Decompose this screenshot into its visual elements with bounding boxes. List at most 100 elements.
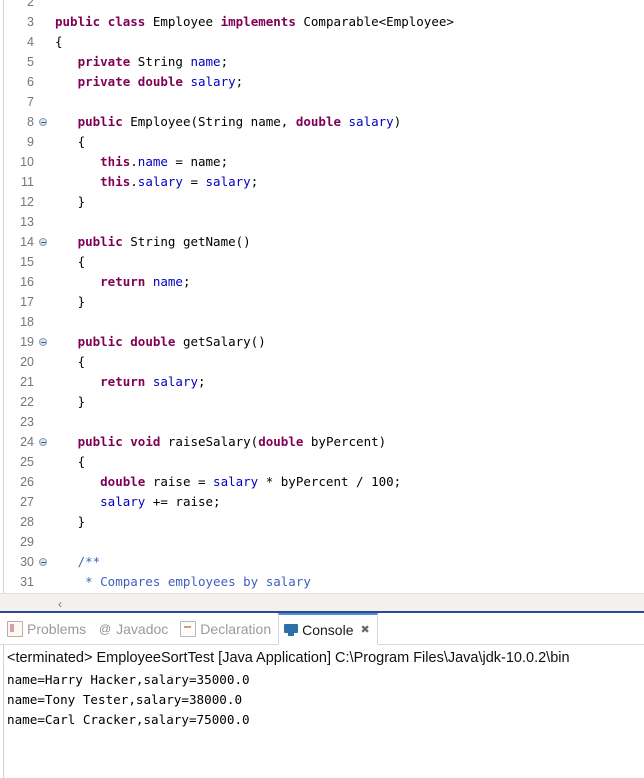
console-icon xyxy=(284,622,299,637)
token-plain: } xyxy=(55,394,86,409)
line-number: 18 xyxy=(20,315,34,329)
code-text: double raise = salary * byPercent / 100; xyxy=(51,472,401,492)
code-line[interactable]: 9 { xyxy=(0,132,644,152)
console-view-body[interactable]: <terminated> EmployeeSortTest [Java Appl… xyxy=(0,645,644,778)
eclipse-ide-window: 2 3 public class Employee implements Compa… xyxy=(0,0,644,778)
code-line[interactable]: 11 this.salary = salary; xyxy=(0,172,644,192)
fold-collapse-icon[interactable] xyxy=(37,232,51,252)
token-fld: salary xyxy=(190,74,236,89)
tab-label: Console xyxy=(302,621,354,638)
code-line[interactable]: 13 xyxy=(0,212,644,232)
token-plain: { xyxy=(55,134,86,149)
code-line[interactable]: 6 private double salary; xyxy=(0,72,644,92)
line-number: 29 xyxy=(20,535,34,549)
close-icon[interactable]: ✖ xyxy=(361,623,370,636)
fold-collapse-icon[interactable] xyxy=(37,112,51,132)
token-plain: ; xyxy=(250,174,259,189)
code-line[interactable]: 18 xyxy=(0,312,644,332)
code-text: return salary; xyxy=(51,372,205,392)
tab-label: Problems xyxy=(27,620,87,637)
code-line[interactable]: 28 } xyxy=(0,512,644,532)
code-text: salary += raise; xyxy=(51,492,220,512)
tab-declaration[interactable]: Declaration xyxy=(175,613,278,644)
scroll-left-arrow-icon[interactable]: ‹ xyxy=(52,598,68,610)
code-line[interactable]: 2 xyxy=(0,0,644,12)
java-editor-pane[interactable]: 2 3 public class Employee implements Compa… xyxy=(0,0,644,613)
token-plain: Employee(String xyxy=(122,114,251,129)
token-plain: name xyxy=(250,114,281,129)
token-kw: double xyxy=(100,474,146,489)
code-text: public String getName() xyxy=(51,232,251,252)
token-kw: public xyxy=(77,114,123,129)
code-line[interactable]: 20 { xyxy=(0,352,644,372)
code-line[interactable]: 4{ xyxy=(0,32,644,52)
code-line[interactable]: 22 } xyxy=(0,392,644,412)
code-text: private double salary; xyxy=(51,72,244,92)
tab-label: Javadoc xyxy=(116,620,169,637)
token-fld: name xyxy=(190,54,221,69)
code-line[interactable]: 7 xyxy=(0,92,644,112)
line-number: 26 xyxy=(20,475,34,489)
code-line[interactable]: 12 } xyxy=(0,192,644,212)
line-number: 12 xyxy=(20,195,34,209)
view-tab-bar[interactable]: Problems @ Javadoc Declaration Console ✖ xyxy=(0,613,644,645)
code-line[interactable]: 30 /** xyxy=(0,552,644,572)
token-plain: { xyxy=(55,354,86,369)
scroll-track[interactable] xyxy=(68,595,644,612)
editor-bottom-accent xyxy=(0,611,644,613)
token-plain: { xyxy=(55,254,86,269)
token-plain: ; xyxy=(182,274,191,289)
line-number: 13 xyxy=(20,215,34,229)
tab-console[interactable]: Console ✖ xyxy=(278,613,378,645)
code-text: public Employee(String name, double sala… xyxy=(51,112,402,132)
line-number: 17 xyxy=(20,295,34,309)
code-line[interactable]: 27 salary += raise; xyxy=(0,492,644,512)
fold-collapse-icon[interactable] xyxy=(37,432,51,452)
line-number: 2 xyxy=(27,0,34,9)
token-plain: . xyxy=(130,154,138,169)
code-line[interactable]: 23 xyxy=(0,412,644,432)
editor-marker-bar[interactable] xyxy=(0,0,4,613)
code-line[interactable]: 5 private String name; xyxy=(0,52,644,72)
code-text: * Compares employees by salary xyxy=(51,572,311,592)
code-line[interactable]: 19 public double getSalary() xyxy=(0,332,644,352)
code-line[interactable]: 31 * Compares employees by salary xyxy=(0,572,644,592)
code-line[interactable]: 21 return salary; xyxy=(0,372,644,392)
code-line[interactable]: 24 public void raiseSalary(double byPerc… xyxy=(0,432,644,452)
line-number: 6 xyxy=(27,75,34,89)
fold-collapse-icon[interactable] xyxy=(37,332,51,352)
code-line[interactable]: 8 public Employee(String name, double sa… xyxy=(0,112,644,132)
code-line[interactable]: 25 { xyxy=(0,452,644,472)
console-output-line: name=Carl Cracker,salary=75000.0 xyxy=(7,712,250,727)
token-kw: class xyxy=(107,14,146,29)
source-code-area[interactable]: 2 3 public class Employee implements Compa… xyxy=(0,0,644,612)
editor-horizontal-scrollbar[interactable]: ‹ xyxy=(0,593,644,613)
token-kw: implements xyxy=(220,14,296,29)
line-number: 22 xyxy=(20,395,34,409)
code-line[interactable]: 26 double raise = salary * byPercent / 1… xyxy=(0,472,644,492)
code-line[interactable]: 10 this.name = name; xyxy=(0,152,644,172)
code-line[interactable]: 15 { xyxy=(0,252,644,272)
code-text: this.salary = salary; xyxy=(51,172,258,192)
code-line[interactable]: 16 return name; xyxy=(0,272,644,292)
fold-collapse-icon[interactable] xyxy=(37,552,51,572)
code-line[interactable]: 17 } xyxy=(0,292,644,312)
code-line[interactable]: 29 xyxy=(0,532,644,552)
tab-javadoc[interactable]: @ Javadoc xyxy=(93,613,175,644)
code-line[interactable]: 14 public String getName() xyxy=(0,232,644,252)
tab-problems[interactable]: Problems xyxy=(2,613,93,644)
code-line[interactable]: 3 public class Employee implements Compar… xyxy=(0,12,644,32)
